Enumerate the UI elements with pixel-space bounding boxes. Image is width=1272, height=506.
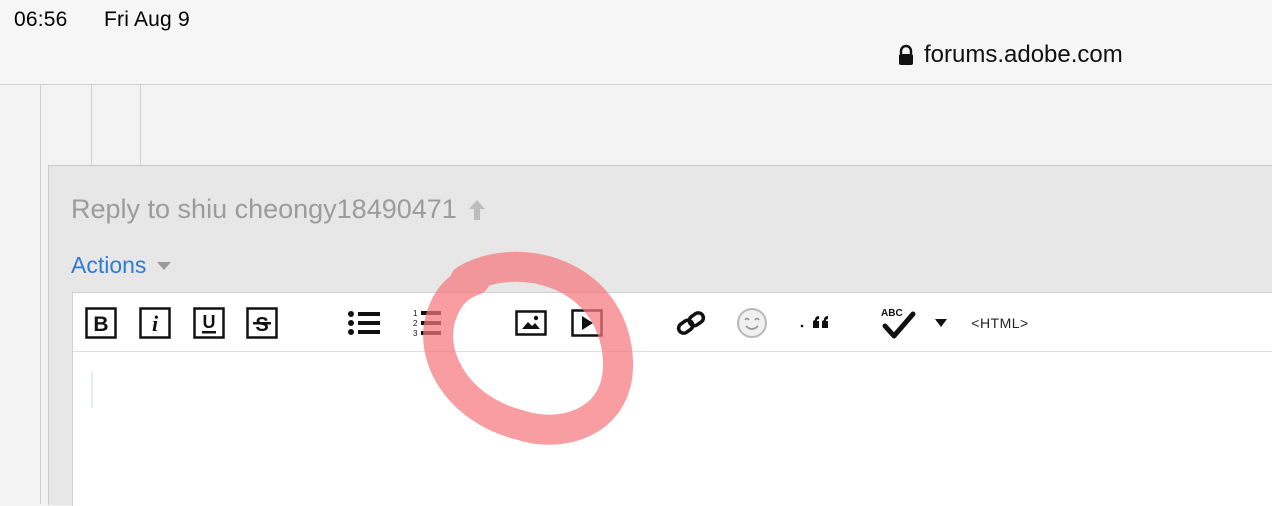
svg-text:2: 2 xyxy=(413,319,418,328)
editor-text-area[interactable] xyxy=(73,352,1272,506)
arrow-up-icon[interactable] xyxy=(467,198,487,222)
svg-text:1: 1 xyxy=(413,309,418,318)
status-time: 06:56 xyxy=(14,8,68,31)
layout-divider xyxy=(140,85,141,165)
svg-text:B: B xyxy=(93,313,108,336)
video-icon xyxy=(571,309,603,337)
strikethrough-icon: S xyxy=(246,307,278,339)
underline-icon: U xyxy=(193,307,225,339)
spellcheck-button[interactable]: ABC xyxy=(879,307,923,339)
svg-text:U: U xyxy=(203,312,216,332)
spellcheck-dropdown[interactable] xyxy=(933,307,949,339)
url-text: forums.adobe.com xyxy=(924,41,1123,68)
bulleted-list-button[interactable] xyxy=(347,307,381,339)
svg-text:i: i xyxy=(152,311,159,336)
quote-icon xyxy=(800,316,828,328)
editor-toolbar: B i U S 1 2 3 ABC <HTML> xyxy=(73,293,1272,352)
image-icon xyxy=(515,310,547,336)
bold-icon: B xyxy=(85,307,117,339)
underline-button[interactable]: U xyxy=(193,307,225,339)
caret-down-icon xyxy=(157,261,172,270)
reply-panel: Reply to shiu cheongy18490471 Actions B xyxy=(48,165,1272,506)
status-date: Fri Aug 9 xyxy=(104,8,190,31)
dropdown-caret-icon xyxy=(935,319,947,327)
insert-link-button[interactable] xyxy=(674,307,708,339)
numbered-list-icon: 1 2 3 xyxy=(413,309,441,338)
italic-icon: i xyxy=(139,307,171,339)
insert-video-button[interactable] xyxy=(571,307,603,339)
svg-text:S: S xyxy=(255,314,268,336)
spellcheck-text: ABC xyxy=(881,308,903,319)
insert-image-button[interactable] xyxy=(515,307,547,339)
text-cursor xyxy=(91,372,93,408)
actions-label: Actions xyxy=(71,252,147,278)
italic-button[interactable]: i xyxy=(139,307,171,339)
lock-icon xyxy=(899,44,913,65)
page-content: Reply to shiu cheongy18490471 Actions B xyxy=(0,85,1272,506)
emoji-icon xyxy=(737,308,767,338)
strikethrough-button[interactable]: S xyxy=(246,307,278,339)
url-bar[interactable]: forums.adobe.com xyxy=(897,40,1123,70)
link-icon xyxy=(676,311,706,335)
actions-menu[interactable]: Actions xyxy=(71,252,172,279)
quote-button[interactable] xyxy=(799,307,839,339)
emoji-button[interactable] xyxy=(736,307,768,339)
html-source-button[interactable]: <HTML> xyxy=(967,307,1033,339)
numbered-list-button[interactable]: 1 2 3 xyxy=(410,307,442,339)
layout-divider xyxy=(40,85,41,504)
bold-button[interactable]: B xyxy=(85,307,117,339)
layout-divider xyxy=(91,85,92,165)
svg-text:3: 3 xyxy=(413,329,418,338)
spellcheck-icon: ABC xyxy=(881,308,916,339)
status-bar: 06:56 Fri Aug 9 forums.adobe.com xyxy=(0,0,1272,85)
bulleted-list-icon xyxy=(348,311,380,335)
reply-title: Reply to shiu cheongy18490471 xyxy=(71,194,487,225)
rich-text-editor: B i U S 1 2 3 ABC <HTML> xyxy=(72,292,1272,506)
reply-title-text: Reply to shiu cheongy18490471 xyxy=(71,194,457,224)
